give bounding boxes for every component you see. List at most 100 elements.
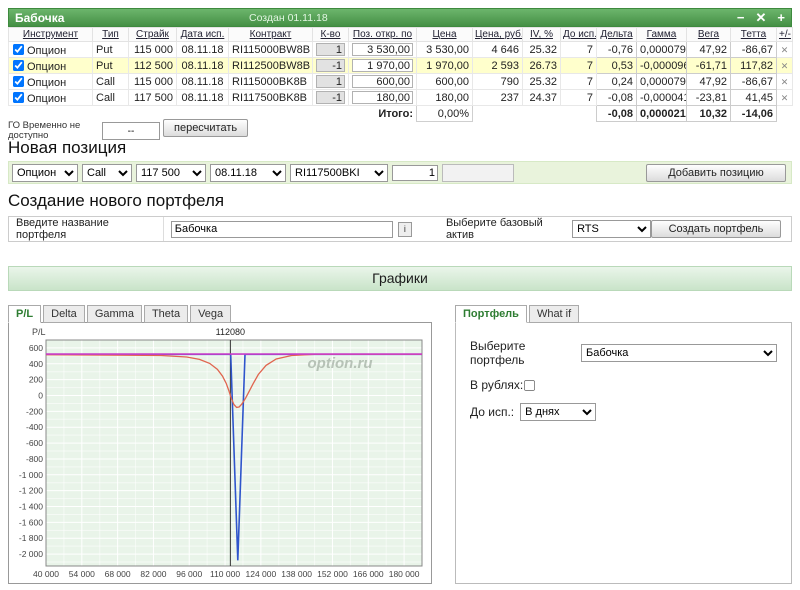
cell-days: 7: [560, 57, 597, 74]
open-price-input[interactable]: 3 530,00: [352, 43, 413, 56]
cell-delta: -0,76: [596, 41, 637, 58]
cell-theta: 41,45: [730, 89, 777, 106]
column-header[interactable]: Цена: [416, 27, 473, 42]
cell-instrument: Опцион: [8, 89, 93, 106]
create-portfolio-button[interactable]: Создать портфель: [651, 220, 782, 238]
tab-gamma[interactable]: Gamma: [86, 305, 142, 323]
tab-delta[interactable]: Delta: [43, 305, 85, 323]
qty-input[interactable]: -1: [316, 59, 345, 72]
new-position-select-1[interactable]: Call: [82, 163, 132, 182]
portfolio-name-input[interactable]: [170, 220, 393, 238]
svg-text:400: 400: [29, 359, 43, 369]
svg-text:-800: -800: [26, 454, 43, 464]
tab-портфель[interactable]: Портфель: [455, 305, 527, 323]
svg-text:110 000: 110 000: [210, 569, 240, 579]
cell-contract: RI117500BK8B: [228, 89, 313, 106]
column-header[interactable]: Поз. откр. по: [348, 27, 417, 42]
svg-text:54 000: 54 000: [69, 569, 95, 579]
column-header[interactable]: До исп.: [560, 27, 597, 42]
column-header[interactable]: IV, %: [522, 27, 561, 42]
qty-input[interactable]: 1: [316, 43, 345, 56]
cell-qty: -1: [312, 89, 349, 106]
cell-contract: RI115000BK8B: [228, 73, 313, 90]
cell-theta: -86,67: [730, 41, 777, 58]
row-checkbox[interactable]: [12, 91, 25, 103]
delete-row-icon[interactable]: ✕: [781, 77, 789, 87]
svg-text:option.ru: option.ru: [308, 355, 373, 372]
row-checkbox[interactable]: [12, 59, 25, 71]
new-portfolio-title: Создание нового портфеля: [8, 191, 225, 210]
cell-type: Call: [92, 89, 129, 106]
row-checkbox[interactable]: [12, 43, 25, 55]
add-icon[interactable]: +: [777, 10, 785, 26]
new-position-select-0[interactable]: Опцион: [12, 163, 78, 182]
open-price-input[interactable]: 1 970,00: [352, 59, 413, 72]
tab-what-if[interactable]: What if: [528, 305, 580, 323]
tab-theta[interactable]: Theta: [143, 305, 189, 323]
delete-row-icon[interactable]: ✕: [781, 61, 789, 71]
new-position-select-2[interactable]: 117 500: [136, 163, 206, 182]
row-checkbox[interactable]: [12, 75, 25, 87]
column-header[interactable]: Страйк: [128, 27, 177, 42]
open-price-input[interactable]: 600,00: [352, 75, 413, 88]
new-position-price-input[interactable]: [442, 163, 514, 182]
cell-price: 3 530,00: [416, 41, 473, 58]
cell-vega: -61,71: [686, 57, 731, 74]
cell-price: 180,00: [416, 89, 473, 106]
days-label: До исп.:: [470, 405, 515, 419]
cell-vega: 47,92: [686, 73, 731, 90]
tab-p-l[interactable]: P/L: [8, 305, 42, 323]
svg-text:600: 600: [29, 343, 43, 353]
cell-price-rub: 2 593: [472, 57, 523, 74]
table-header-row: Инструмент Тип Страйк Дата исп. Контракт К-во…: [8, 27, 793, 42]
column-header[interactable]: Дата исп.: [176, 27, 229, 42]
recalculate-button[interactable]: пересчитать: [163, 119, 249, 137]
qty-input[interactable]: 1: [316, 75, 345, 88]
portfolio-name-label: Введите название портфеля: [9, 217, 164, 241]
info-icon[interactable]: i: [397, 221, 412, 237]
positions-body: Опцион Put 115 000 08.11.18 RI115000BW8B 1 3 5…: [8, 41, 793, 106]
cell-vega: 47,92: [686, 41, 731, 58]
column-header[interactable]: К-во: [312, 27, 349, 42]
cell-contract: RI115000BW8B: [228, 41, 313, 58]
svg-text:-1 200: -1 200: [19, 486, 43, 496]
cell-delete: ✕: [776, 73, 793, 90]
column-header[interactable]: Цена, руб.: [472, 27, 523, 42]
new-position-selects: Опцион Call 117 500 08.11.18 RI117500BKI: [12, 163, 388, 182]
cell-price-rub: 790: [472, 73, 523, 90]
tab-vega[interactable]: Vega: [190, 305, 232, 323]
rubles-checkbox[interactable]: [524, 379, 536, 391]
column-header[interactable]: +/-: [776, 27, 793, 42]
column-header[interactable]: Дельта: [596, 27, 637, 42]
days-select[interactable]: В днях: [520, 403, 597, 421]
window-controls: − ✕ +: [737, 10, 785, 26]
column-header[interactable]: Тип: [92, 27, 129, 42]
add-position-button[interactable]: Добавить позицию: [646, 163, 786, 182]
column-header[interactable]: Тетта: [730, 27, 777, 42]
minimize-icon[interactable]: −: [737, 10, 745, 26]
table-row: Опцион Put 115 000 08.11.18 RI115000BW8B 1 3 5…: [8, 41, 793, 58]
base-asset-select[interactable]: RTS: [572, 220, 652, 238]
portfolio-select[interactable]: Бабочка: [581, 344, 777, 362]
delete-row-icon[interactable]: ✕: [781, 93, 789, 103]
cell-date: 08.11.18: [176, 41, 229, 58]
table-row: Опцион Call 117 500 08.11.18 RI117500BK8B -1 1…: [8, 89, 793, 106]
new-position-select-4[interactable]: RI117500BKI: [290, 163, 388, 182]
column-header[interactable]: Контракт: [228, 27, 313, 42]
pl-chart-svg[interactable]: 40 000 54 000 68 000 82 000 96 000 110 000 124…: [10, 324, 430, 582]
column-header[interactable]: Гамма: [636, 27, 687, 42]
new-position-select-3[interactable]: 08.11.18: [210, 163, 286, 182]
column-header[interactable]: Вега: [686, 27, 731, 42]
cell-open-price: 600,00: [348, 73, 417, 90]
portfolio-panel: Выберите портфель Бабочка В рублях: До и…: [455, 322, 792, 584]
qty-input[interactable]: -1: [316, 91, 345, 104]
svg-text:82 000: 82 000: [140, 569, 166, 579]
close-icon[interactable]: ✕: [756, 10, 767, 26]
svg-text:-1 000: -1 000: [19, 470, 43, 480]
open-price-input[interactable]: 180,00: [352, 91, 413, 104]
cell-type: Put: [92, 41, 129, 58]
column-header[interactable]: Инструмент: [8, 27, 93, 42]
cell-strike: 115 000: [128, 73, 177, 90]
delete-row-icon[interactable]: ✕: [781, 45, 789, 55]
new-position-qty-input[interactable]: [392, 164, 438, 181]
